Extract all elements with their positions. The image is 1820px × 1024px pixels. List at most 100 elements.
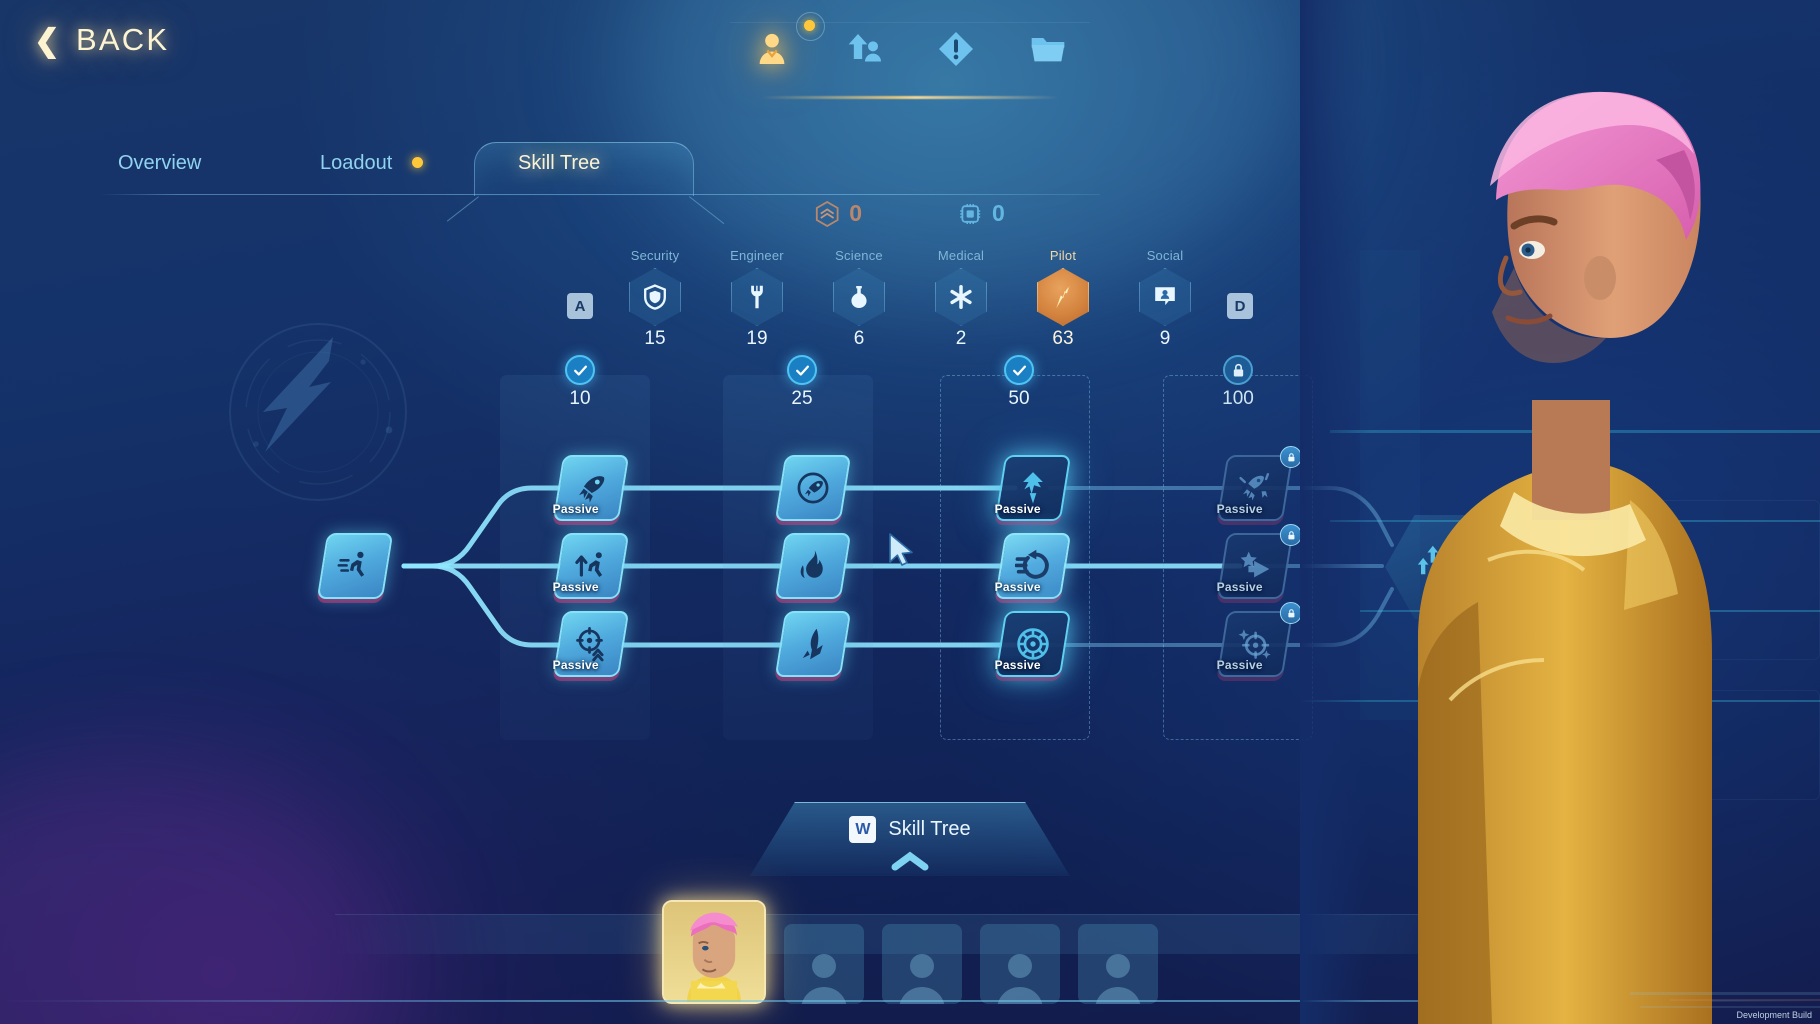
topnav-item-crew[interactable] (841, 26, 887, 72)
ship-thrusters-icon (579, 476, 605, 503)
skill-tree-drawer-toggle[interactable]: W Skill Tree (750, 802, 1070, 876)
portrait-slot-empty-1[interactable] (784, 924, 864, 1004)
skill-node-c3r2[interactable]: Passive (995, 533, 1072, 599)
crew-promote-icon (848, 34, 881, 62)
pilot-portrait (664, 902, 764, 1002)
check-icon (573, 365, 587, 376)
back-button[interactable]: ❮ BACK (34, 22, 169, 58)
key-hint-d[interactable]: D (1227, 293, 1253, 319)
currency-skillpoints-value: 0 (992, 200, 1005, 226)
skill-node-capstone[interactable] (1383, 513, 1501, 621)
tab-loadout-notification-dot (412, 157, 423, 168)
tier-locked-badge (1223, 355, 1253, 385)
skill-node-c4r1[interactable]: Passive (1217, 446, 1302, 521)
skill-node-c2r3[interactable] (774, 611, 852, 677)
run-boost-icon (575, 552, 603, 577)
category-label: Security (630, 248, 680, 263)
category-value: 63 (1052, 328, 1074, 349)
sprint-icon (337, 551, 365, 577)
tab-skill-tree[interactable]: Skill Tree (518, 152, 600, 175)
wing-icon (1056, 285, 1070, 309)
topnav-item-character[interactable] (749, 12, 825, 72)
skill-node-c4r2[interactable]: Passive (1217, 524, 1302, 599)
alert-diamond-icon (939, 32, 973, 66)
portrait-slot-empty-3[interactable] (980, 924, 1060, 1004)
currency-rank-value: 0 (849, 200, 862, 226)
skill-node-c2r1[interactable] (774, 455, 852, 521)
node-lock-badge (1279, 446, 1302, 468)
tier-threshold: 10 (569, 388, 591, 409)
currency-rank: 0 (815, 200, 862, 227)
crosshair-up-icon (576, 627, 604, 662)
category-label: Medical (937, 248, 985, 263)
sparkle-target-icon (1238, 629, 1271, 659)
tier-marker-25: 25 (757, 355, 847, 410)
key-hint-a[interactable]: A (567, 293, 593, 319)
folder-icon (1031, 38, 1065, 62)
skill-node-c2r2[interactable] (774, 533, 852, 599)
crew-portrait-bar (662, 900, 1158, 1004)
mastery-arrows-icon (1417, 545, 1467, 586)
check-icon (1012, 365, 1026, 376)
rank-insignia-icon (815, 200, 839, 227)
skill-category-bar: A Security 15 Engineer 19 Science 6 Medi… (567, 248, 1253, 350)
shield-icon (644, 284, 666, 310)
tier-complete-badge (565, 355, 595, 385)
node-lock-badge (1279, 602, 1302, 624)
tab-bar-underline (100, 194, 1100, 195)
lock-icon (1482, 521, 1490, 530)
portrait-slot-empty-4[interactable] (1078, 924, 1158, 1004)
key-hint-w[interactable]: W (849, 816, 877, 843)
empty-crew-silhouette-icon (997, 954, 1043, 1004)
category-value: 19 (746, 328, 768, 349)
category-label: Pilot (1049, 248, 1077, 263)
skill-node-c1r2[interactable]: Passive (553, 533, 630, 599)
topnav-item-files[interactable] (1025, 26, 1071, 72)
tier-complete-badge (787, 355, 817, 385)
tab-overview[interactable]: Overview (118, 152, 201, 175)
shield-target-icon (1017, 628, 1049, 660)
category-science[interactable]: Science 6 (819, 248, 899, 350)
character-icon (759, 33, 785, 64)
category-social[interactable]: Social 9 (1125, 248, 1205, 350)
skill-node-root[interactable] (316, 533, 394, 599)
portrait-slot-empty-2[interactable] (882, 924, 962, 1004)
category-label: Engineer (730, 248, 784, 263)
skill-node-c1r3[interactable]: Passive (553, 611, 630, 677)
check-icon (795, 365, 809, 376)
tier-complete-badge (1004, 355, 1034, 385)
topnav-notification-dot (796, 12, 825, 41)
category-pilot[interactable]: Pilot 63 (1023, 248, 1103, 350)
tier-threshold: 50 (1008, 388, 1030, 409)
flame-icon (800, 550, 823, 578)
portrait-slot-active[interactable] (662, 900, 766, 1004)
chevron-up-icon (890, 850, 930, 877)
bottom-divider (0, 1000, 1820, 1002)
category-value: 6 (853, 328, 865, 349)
category-medical[interactable]: Medical 2 (921, 248, 1001, 350)
star-dash-icon (1240, 551, 1270, 578)
skill-node-c1r1[interactable]: Passive (553, 455, 630, 521)
category-value: 15 (644, 328, 666, 349)
skill-node-c4r3[interactable]: Passive (1217, 602, 1302, 677)
lock-icon (1287, 452, 1294, 461)
category-value: 2 (955, 328, 967, 349)
lock-icon (1233, 363, 1243, 376)
category-security[interactable]: Security 15 (615, 248, 695, 350)
category-engineer[interactable]: Engineer 19 (717, 248, 797, 350)
lightning-up-icon (1023, 472, 1043, 504)
tier-marker-50: 50 (974, 355, 1064, 410)
topnav-item-alerts[interactable] (933, 26, 979, 72)
skill-tree-screen: ❮ BACK Overview Loadout Skill Tree 0 0 A… (0, 0, 1820, 1024)
ship-circle-icon (797, 472, 829, 504)
development-build-watermark: Development Build (1736, 1010, 1812, 1020)
tab-loadout[interactable]: Loadout (320, 152, 392, 175)
lock-icon (1287, 530, 1294, 539)
skill-node-c3r3[interactable]: Passive (995, 611, 1072, 677)
skill-node-c3r1[interactable]: Passive (995, 455, 1072, 521)
category-label: Social (1146, 248, 1184, 263)
drawer-label: Skill Tree (888, 818, 971, 840)
bg-glow-left (0, 760, 400, 1024)
skill-tree-connections (401, 485, 1394, 648)
person-badge-icon (1155, 287, 1175, 306)
